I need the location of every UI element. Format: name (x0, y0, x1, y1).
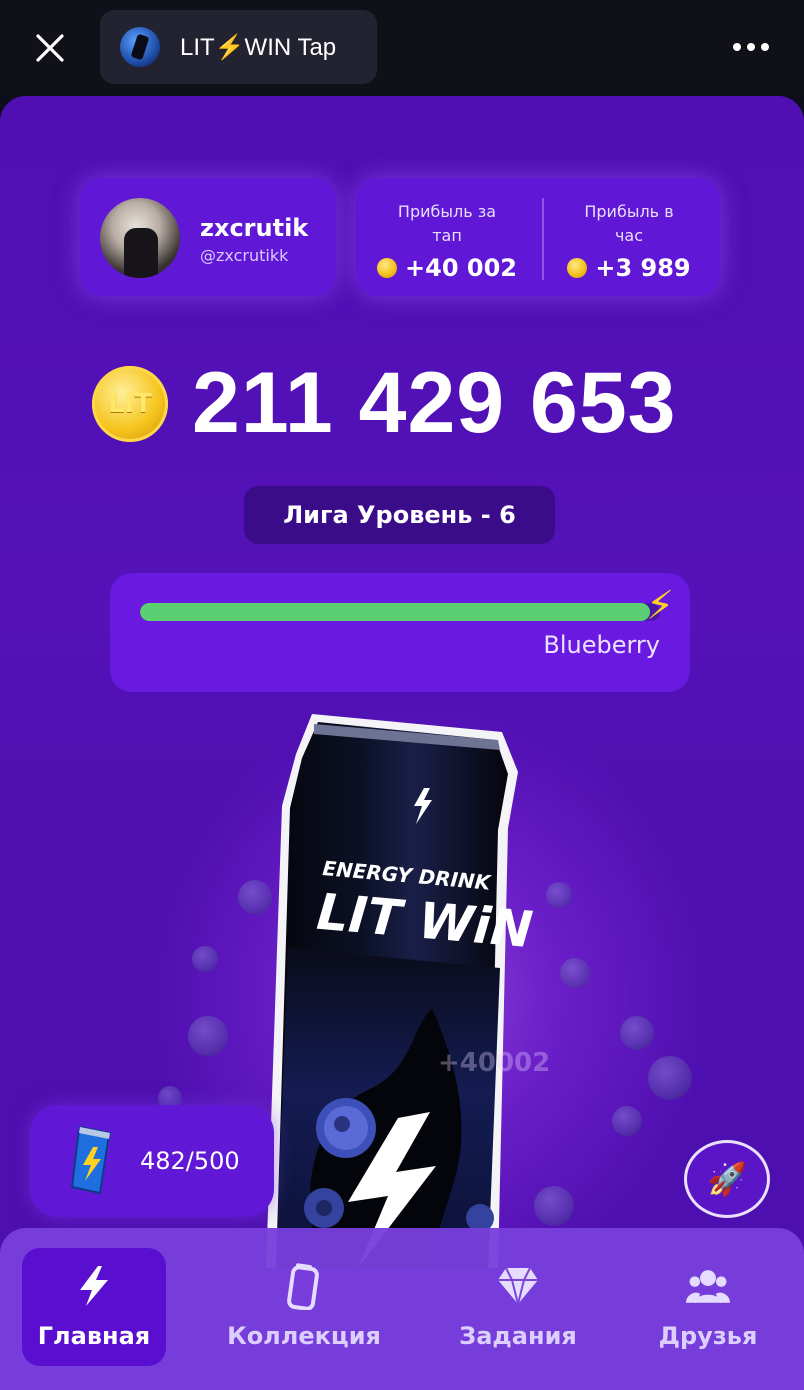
diamond-icon (496, 1264, 540, 1308)
close-icon (36, 34, 64, 62)
bot-title-pill[interactable]: LIT⚡WIN Tap (100, 10, 377, 84)
nav-collection[interactable]: Коллекция (227, 1248, 381, 1366)
energy-can-icon (70, 1125, 112, 1195)
nav-tasks-label: Задания (459, 1322, 577, 1350)
tap-can-button[interactable]: ENERGY DRINK LIT WiN (262, 708, 542, 1268)
rocket-icon: 🚀 (707, 1160, 747, 1198)
avatar (100, 198, 180, 278)
friends-icon (686, 1264, 730, 1308)
username: zxcrutik (200, 214, 309, 242)
blueberry-decoration (188, 1016, 228, 1056)
app-panel: zxcrutik @zxcrutikk Прибыль за тап +40 0… (0, 96, 804, 1390)
profit-per-hour-label: Прибыль в час (584, 202, 674, 245)
profit-stats-card: Прибыль за тап +40 002 Прибыль в час +3 … (356, 178, 720, 296)
energy-value: 482/500 (140, 1147, 240, 1175)
profit-per-tap-label: Прибыль за тап (397, 202, 497, 245)
blueberry-decoration (560, 958, 590, 988)
dot-icon (761, 43, 769, 51)
bolt-icon (72, 1264, 116, 1308)
bot-title: LIT⚡WIN Tap (180, 33, 337, 61)
blueberry-decoration (192, 946, 218, 972)
close-button[interactable] (28, 26, 72, 70)
nav-home[interactable]: Главная (22, 1248, 166, 1366)
energy-drink-can: ENERGY DRINK LIT WiN (266, 714, 535, 1268)
energy-card[interactable]: 482/500 (30, 1105, 274, 1217)
can-icon (282, 1263, 326, 1310)
blueberry-decoration (546, 882, 572, 908)
lit-coin-icon: LIT (92, 365, 168, 442)
league-progress-fill (140, 603, 650, 621)
coin-icon (567, 258, 588, 278)
league-name: Blueberry (543, 631, 660, 659)
profile-card[interactable]: zxcrutik @zxcrutikk (80, 178, 336, 296)
profit-per-tap: Прибыль за тап +40 002 (356, 200, 538, 282)
bottom-nav: Главная Коллекция Задания Друзья (0, 1228, 804, 1390)
league-level-button[interactable]: Лига Уровень - 6 (244, 486, 555, 544)
lightning-icon: ⚡ (646, 583, 675, 629)
blueberry-decoration (648, 1056, 692, 1100)
balance-row: LIT 211 429 653 (92, 354, 677, 453)
balance-amount: 211 429 653 (192, 355, 677, 451)
coin-icon (377, 258, 398, 278)
league-progress-card[interactable]: ⚡ Blueberry (110, 573, 690, 692)
profit-per-hour-value: +3 989 (595, 254, 691, 282)
nav-collection-label: Коллекция (227, 1322, 381, 1350)
nav-tasks[interactable]: Задания (446, 1248, 590, 1366)
nav-friends-label: Друзья (658, 1322, 758, 1350)
bot-avatar (120, 27, 160, 67)
telegram-topbar: LIT⚡WIN Tap (0, 0, 804, 96)
league-progress-track (140, 603, 660, 621)
more-options-button[interactable] (726, 30, 776, 64)
tap-popup: +40002 (438, 1048, 551, 1078)
dot-icon (733, 43, 741, 51)
blueberry-decoration (612, 1106, 642, 1136)
coin-label: LIT (108, 388, 152, 419)
profit-per-tap-value: +40 002 (405, 254, 517, 282)
user-handle: @zxcrutikk (200, 246, 289, 265)
profit-per-hour: Прибыль в час +3 989 (538, 200, 720, 282)
nav-home-label: Главная (37, 1322, 151, 1350)
dot-icon (747, 43, 755, 51)
blueberry-decoration (620, 1016, 654, 1050)
boost-button[interactable]: 🚀 (684, 1140, 770, 1218)
nav-friends[interactable]: Друзья (636, 1248, 780, 1366)
